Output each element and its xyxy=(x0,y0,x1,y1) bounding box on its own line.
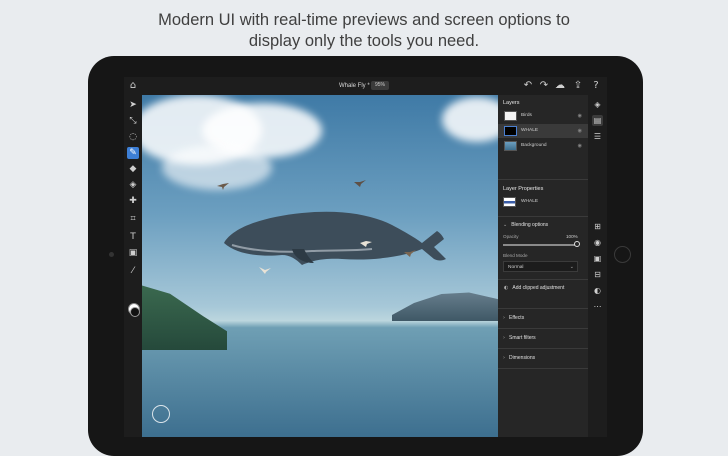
panel-divider[interactable] xyxy=(498,179,588,180)
dimensions-label: Dimensions xyxy=(509,355,536,361)
bird-image xyxy=(259,267,271,274)
left-hillside xyxy=(142,282,227,350)
layer-row-background[interactable]: Background ◉ xyxy=(498,139,588,153)
chevron-right-icon: › xyxy=(503,335,505,341)
bird-image xyxy=(354,180,366,187)
layer-name: WHALE xyxy=(521,128,539,133)
mask-icon[interactable]: ▣ xyxy=(592,253,603,264)
undo-icon[interactable]: ↶ xyxy=(522,80,534,92)
tablet-home-button xyxy=(614,246,631,263)
right-mountain xyxy=(392,292,498,321)
add-clipped-adjustment-label: Add clipped adjustment xyxy=(512,285,565,291)
add-layer-icon[interactable]: ⊞ xyxy=(592,221,603,232)
visibility-icon[interactable]: ◉ xyxy=(578,142,582,150)
brush-tool-icon[interactable]: ✎ xyxy=(127,147,139,159)
top-bar: ⌂ Whale Fly * 95% ↶ ↷ ☁ ⇪ ? xyxy=(124,77,607,95)
smart-filters-section[interactable]: › Smart filters xyxy=(503,334,536,342)
touch-shortcut-button[interactable] xyxy=(152,405,170,423)
current-layer-name: WHALE xyxy=(521,199,539,204)
add-clipped-adjustment-button[interactable]: ◐ Add clipped adjustment xyxy=(504,284,564,292)
cloud-icon[interactable]: ☁ xyxy=(554,80,566,92)
image-tool-icon[interactable]: ▣ xyxy=(127,247,139,259)
opacity-slider-knob[interactable] xyxy=(574,241,580,247)
home-icon[interactable]: ⌂ xyxy=(127,80,139,92)
zoom-level[interactable]: 95% xyxy=(371,81,390,90)
left-toolbar: ➤ ⤡ ◌ ✎ ◆ ◈ ✚ ⌗ T ▣ ⁄ xyxy=(124,95,142,437)
crop-tool-icon[interactable]: ⌗ xyxy=(127,213,139,225)
bird-image xyxy=(360,241,372,247)
opacity-label: Opacity xyxy=(503,234,519,239)
layer-properties-title: Layer Properties xyxy=(503,186,544,192)
layers-panel-title: Layers xyxy=(503,100,520,106)
type-tool-icon[interactable]: T xyxy=(127,231,139,243)
visibility-toggle-icon[interactable]: ◉ xyxy=(592,237,603,248)
layer-thumbnail xyxy=(504,111,517,121)
caption-line-2: display only the tools you need. xyxy=(248,32,480,50)
eyedropper-tool-icon[interactable]: ⁄ xyxy=(127,265,139,277)
layer-row-whale[interactable]: WHALE ◉ xyxy=(498,124,588,138)
visibility-icon[interactable]: ◉ xyxy=(578,127,582,135)
visibility-icon[interactable]: ◉ xyxy=(578,112,582,120)
bird-image xyxy=(404,250,416,257)
opacity-value: 100% xyxy=(566,234,578,239)
cloud xyxy=(442,97,498,142)
eraser-tool-icon[interactable]: ◆ xyxy=(127,163,139,175)
panel-divider xyxy=(498,328,588,329)
layer-name: Background xyxy=(521,143,547,148)
layer-properties-icon[interactable]: ▤ xyxy=(592,115,603,126)
more-options-icon[interactable]: ⋯ xyxy=(592,301,603,312)
blending-options-header[interactable]: ⌄ Blending options xyxy=(503,221,548,229)
opacity-slider[interactable] xyxy=(503,244,577,246)
chevron-right-icon: › xyxy=(503,315,505,321)
app-screen: ⌂ Whale Fly * 95% ↶ ↷ ☁ ⇪ ? ➤ ⤡ ◌ ✎ ◆ ◈ … xyxy=(124,77,607,437)
panel-divider xyxy=(498,279,588,280)
caption-line-1: Modern UI with real-time previews and sc… xyxy=(158,11,570,29)
adjustment-layer-icon[interactable]: ◐ xyxy=(592,285,603,296)
layer-thumbnail xyxy=(503,197,516,207)
adjustment-icon: ◐ xyxy=(504,285,509,291)
document-canvas[interactable] xyxy=(142,95,498,437)
move-tool-icon[interactable]: ➤ xyxy=(127,99,139,111)
effects-section[interactable]: › Effects xyxy=(503,314,524,322)
clipping-icon[interactable]: ⊟ xyxy=(592,269,603,280)
panel-divider xyxy=(498,348,588,349)
blend-mode-dropdown[interactable]: Normal ⌄ xyxy=(503,261,578,272)
redo-icon[interactable]: ↷ xyxy=(538,80,550,92)
marketing-caption: Modern UI with real-time previews and sc… xyxy=(0,10,728,52)
smart-filters-label: Smart filters xyxy=(509,335,536,341)
panel-divider xyxy=(498,308,588,309)
bird-image xyxy=(217,183,229,190)
blending-options-label: Blending options xyxy=(511,222,549,228)
transform-tool-icon[interactable]: ⤡ xyxy=(127,115,139,127)
lasso-tool-icon[interactable]: ◌ xyxy=(127,131,139,143)
chevron-right-icon: › xyxy=(503,355,505,361)
layer-thumbnail xyxy=(504,141,517,151)
layer-thumbnail xyxy=(504,126,517,136)
blend-mode-value: Normal xyxy=(508,265,524,270)
panel-divider xyxy=(498,216,588,217)
chevron-down-icon: ⌄ xyxy=(569,264,574,270)
layer-row-birds[interactable]: Birds ◉ xyxy=(498,109,588,123)
dimensions-section[interactable]: › Dimensions xyxy=(503,354,535,362)
healing-tool-icon[interactable]: ✚ xyxy=(127,195,139,207)
layer-name: Birds xyxy=(521,113,532,118)
effects-label: Effects xyxy=(509,315,525,321)
panel-divider xyxy=(498,368,588,369)
properties-panel: Layers Birds ◉ WHALE ◉ Background ◉ Laye… xyxy=(498,95,588,437)
blend-mode-label: Blend Mode xyxy=(503,253,528,258)
share-icon[interactable]: ⇪ xyxy=(572,80,584,92)
document-title[interactable]: Whale Fly * xyxy=(339,81,370,91)
adjust-panel-icon[interactable]: ☰ xyxy=(592,131,603,142)
chevron-down-icon: ⌄ xyxy=(503,222,508,228)
tablet-camera xyxy=(109,252,114,257)
fill-tool-icon[interactable]: ◈ xyxy=(127,179,139,191)
help-icon[interactable]: ? xyxy=(590,80,602,92)
layers-icon[interactable]: ◈ xyxy=(592,99,603,110)
background-color-swatch[interactable] xyxy=(130,307,140,317)
current-layer-info: WHALE xyxy=(498,195,588,211)
right-tool-strip: ◈ ▤ ☰ ⊞ ◉ ▣ ⊟ ◐ ⋯ xyxy=(588,95,607,437)
